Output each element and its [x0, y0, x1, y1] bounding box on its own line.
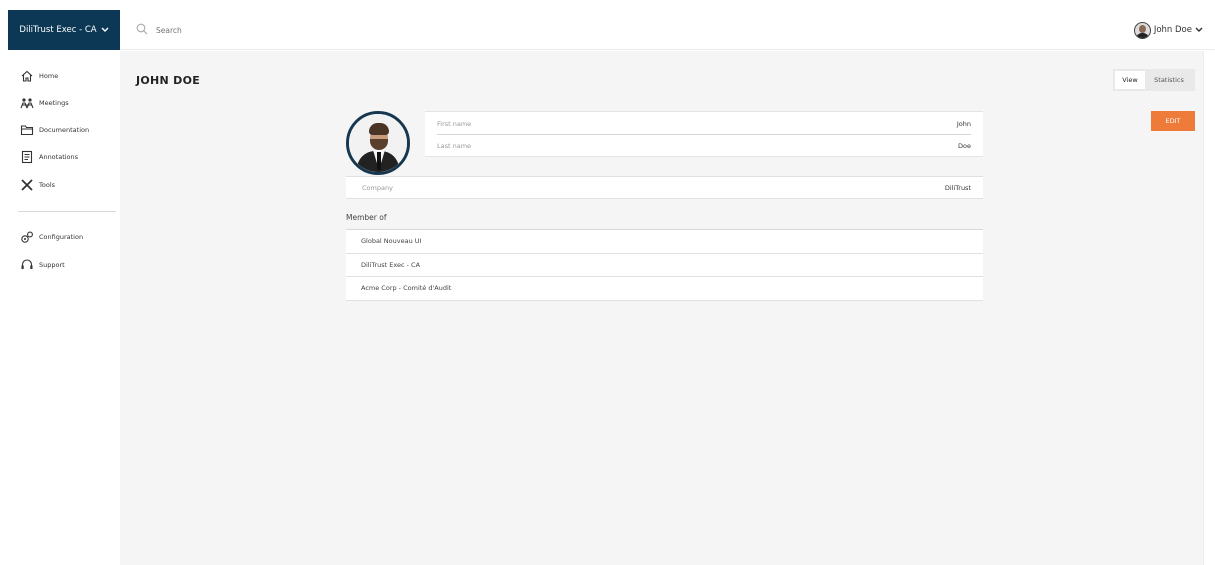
sidebar-item-support[interactable]: Support	[20, 256, 65, 274]
sidebar: Home Meetings Documentation Annotations …	[8, 50, 120, 565]
sidebar-item-annotations[interactable]: Annotations	[20, 148, 78, 166]
edit-button[interactable]: EDIT	[1151, 111, 1195, 131]
company-value: DiliTrust	[944, 183, 971, 192]
sidebar-item-label: Configuration	[39, 233, 84, 241]
window-top-edge	[0, 0, 1215, 10]
folder-icon	[20, 125, 34, 136]
configuration-icon	[21, 231, 33, 243]
member-of-list: Global Nouveau UI DiliTrust Exec - CA Ac…	[346, 229, 983, 301]
list-item[interactable]: DiliTrust Exec - CA	[346, 254, 983, 277]
sidebar-divider	[18, 211, 116, 212]
page-title: JOHN DOE	[136, 74, 201, 87]
last-name-label: Last name	[437, 142, 472, 150]
list-item[interactable]: Acme Corp - Comité d'Audit	[346, 277, 983, 301]
tab-statistics[interactable]: Statistics	[1145, 71, 1193, 89]
user-name: John Doe	[1153, 25, 1192, 35]
window-right-edge	[1203, 51, 1215, 565]
sidebar-item-label: Meetings	[39, 99, 69, 107]
tools-icon	[21, 179, 33, 191]
user-menu[interactable]: John Doe	[1133, 21, 1203, 39]
annotations-icon	[21, 150, 33, 164]
name-card: First name John Last name Doe	[425, 111, 983, 157]
last-name-row: Last name Doe	[437, 135, 971, 157]
last-name-value: Doe	[958, 142, 971, 150]
sidebar-item-label: Home	[39, 72, 59, 80]
company-row: Company DiliTrust	[346, 176, 983, 199]
view-toggle: View Statistics	[1113, 69, 1195, 91]
chevron-down-icon	[101, 27, 109, 32]
app-window: DiliTrust Exec - CA John Doe Home Meetin…	[0, 0, 1215, 565]
sidebar-item-label: Documentation	[39, 126, 90, 134]
main-content: JOHN DOE View Statistics EDIT First name…	[120, 51, 1215, 565]
organization-switcher-label: DiliTrust Exec - CA	[19, 25, 97, 35]
tab-view[interactable]: View	[1115, 71, 1145, 89]
list-item[interactable]: Global Nouveau UI	[346, 230, 983, 254]
sidebar-item-tools[interactable]: Tools	[20, 176, 55, 194]
sidebar-item-meetings[interactable]: Meetings	[20, 94, 69, 112]
first-name-label: First name	[437, 119, 472, 128]
search-icon	[136, 23, 148, 35]
meetings-icon	[20, 98, 34, 109]
sidebar-item-label: Annotations	[39, 153, 79, 161]
sidebar-item-documentation[interactable]: Documentation	[20, 121, 89, 139]
home-icon	[21, 70, 33, 82]
sidebar-item-label: Support	[39, 261, 65, 269]
first-name-row: First name John	[437, 113, 971, 135]
organization-switcher[interactable]: DiliTrust Exec - CA	[8, 10, 120, 50]
member-of-title: Member of	[346, 213, 387, 222]
window-left-edge	[0, 10, 8, 565]
avatar	[1133, 21, 1151, 39]
sidebar-item-label: Tools	[39, 181, 56, 189]
sidebar-item-home[interactable]: Home	[20, 67, 58, 85]
search-input[interactable]	[156, 21, 356, 39]
company-label: Company	[362, 183, 393, 192]
top-bar: John Doe	[120, 10, 1215, 50]
profile-photo	[346, 111, 410, 175]
support-icon	[21, 259, 33, 269]
sidebar-item-configuration[interactable]: Configuration	[20, 228, 83, 246]
chevron-down-icon	[1195, 27, 1203, 32]
first-name-value: John	[956, 119, 971, 128]
